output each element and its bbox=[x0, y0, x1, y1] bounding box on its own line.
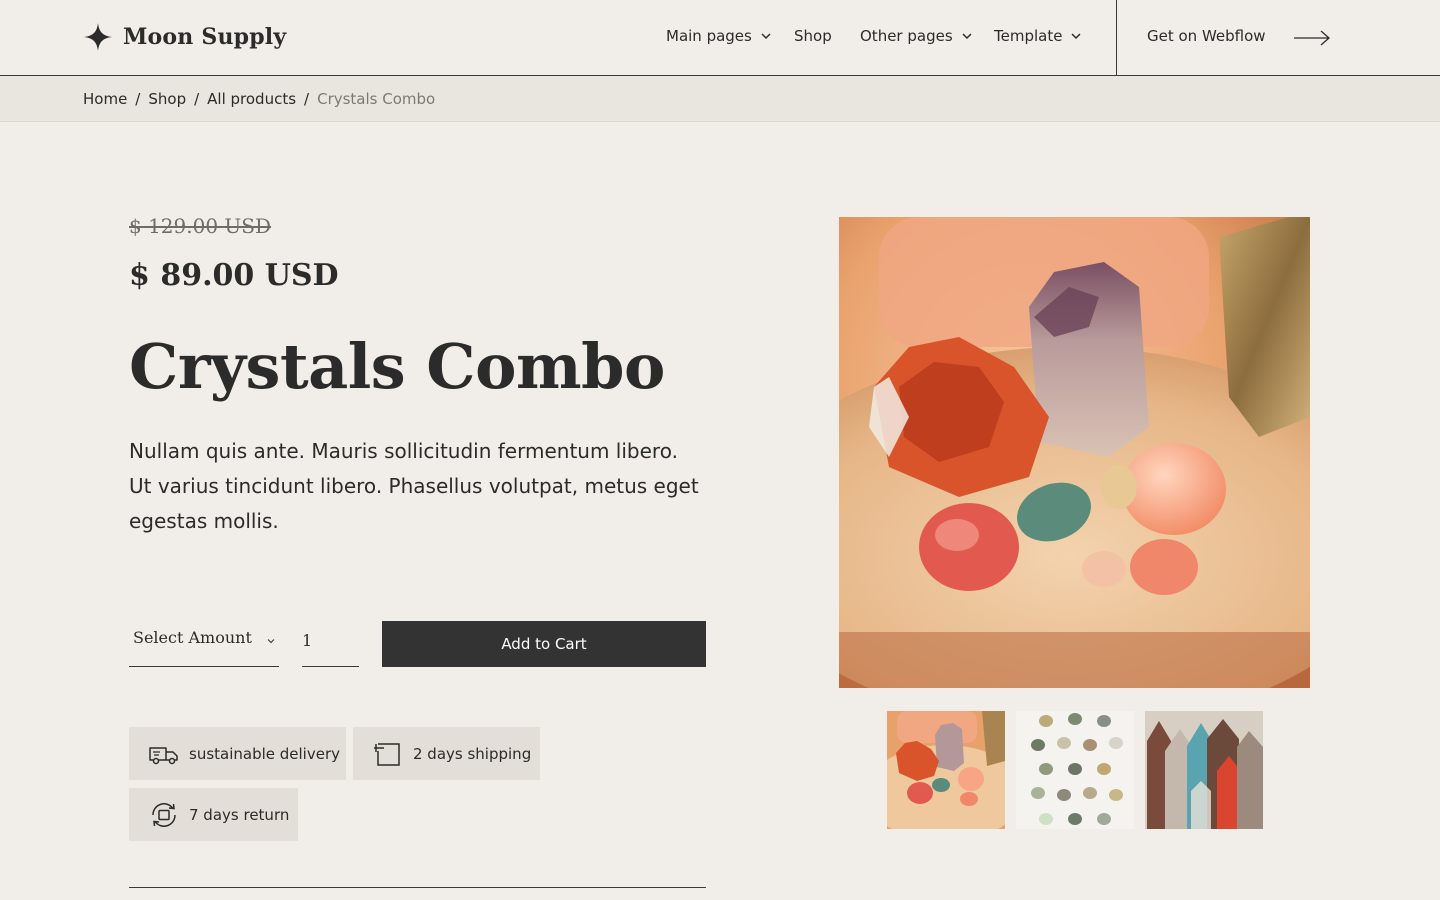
cta-label: Get on Webflow bbox=[1147, 27, 1266, 45]
crystals-on-wood-photo bbox=[839, 217, 1310, 688]
breadcrumb-all-products[interactable]: All products bbox=[207, 90, 296, 108]
nav-item-other-pages[interactable]: Other pages bbox=[860, 27, 973, 45]
nav-item-main-pages[interactable]: Main pages bbox=[666, 27, 772, 45]
product-thumbnail-3[interactable] bbox=[1145, 711, 1263, 829]
nav-item-shop[interactable]: Shop bbox=[794, 27, 832, 45]
product-thumbnail-2[interactable] bbox=[1016, 711, 1134, 829]
return-icon bbox=[152, 802, 176, 827]
select-amount-dropdown[interactable]: Select Amount bbox=[129, 620, 279, 667]
product-description: Nullam quis ante. Mauris sollicitudin fe… bbox=[129, 439, 699, 533]
chevron-down-icon bbox=[267, 639, 275, 644]
quantity-input[interactable] bbox=[302, 627, 359, 653]
badge-label: sustainable delivery bbox=[189, 744, 340, 763]
chevron-down-icon bbox=[1071, 33, 1081, 40]
select-amount-label: Select Amount bbox=[133, 628, 252, 647]
quantity-field-wrapper bbox=[302, 620, 359, 667]
nav-item-template[interactable]: Template bbox=[994, 27, 1082, 45]
nav-divider bbox=[1116, 0, 1117, 76]
badge-sustainable-delivery: sustainable delivery bbox=[129, 727, 346, 780]
badge-label: 2 days shipping bbox=[413, 744, 532, 763]
badge-7-days-return: 7 days return bbox=[129, 788, 298, 841]
badge-label: 7 days return bbox=[189, 805, 290, 824]
nav-item-label: Other pages bbox=[860, 27, 953, 45]
badge-2-days-shipping: 2 days shipping bbox=[353, 727, 540, 780]
star-icon bbox=[84, 23, 112, 51]
chevron-down-icon bbox=[761, 33, 771, 40]
product-title: Crystals Combo bbox=[129, 330, 665, 403]
breadcrumb-separator: / bbox=[304, 89, 310, 108]
breadcrumb-current: Crystals Combo bbox=[317, 89, 436, 108]
crystal-points-photo bbox=[1145, 711, 1263, 829]
product-thumbnail-1[interactable] bbox=[887, 711, 1005, 829]
product-main-image bbox=[839, 217, 1310, 688]
original-price: $ 129.00 USD bbox=[129, 214, 272, 238]
brand-name: Moon Supply bbox=[123, 24, 287, 50]
brand-logo[interactable]: Moon Supply bbox=[83, 22, 286, 52]
breadcrumb-shop[interactable]: Shop bbox=[148, 90, 186, 108]
top-nav: Moon Supply Main pages Shop Other pages … bbox=[0, 0, 1440, 76]
add-to-cart-button[interactable]: Add to Cart bbox=[382, 621, 706, 667]
breadcrumb: Home / Shop / All products / Crystals Co… bbox=[0, 76, 1440, 122]
chevron-down-icon bbox=[962, 33, 972, 40]
breadcrumb-separator: / bbox=[194, 89, 200, 108]
crystals-on-wood-photo bbox=[887, 711, 1005, 829]
box-icon bbox=[374, 742, 400, 766]
crystal-grid-photo bbox=[1016, 711, 1134, 829]
section-divider bbox=[129, 887, 706, 888]
arrow-right-icon bbox=[1294, 30, 1330, 46]
breadcrumb-separator: / bbox=[135, 89, 141, 108]
get-on-webflow-link[interactable]: Get on Webflow bbox=[1147, 27, 1330, 46]
breadcrumb-home[interactable]: Home bbox=[83, 90, 127, 108]
sale-price: $ 89.00 USD bbox=[129, 258, 339, 293]
nav-item-label: Template bbox=[994, 27, 1063, 45]
delivery-truck-icon bbox=[149, 746, 178, 764]
nav-item-label: Main pages bbox=[666, 27, 752, 45]
nav-item-label: Shop bbox=[794, 27, 832, 45]
